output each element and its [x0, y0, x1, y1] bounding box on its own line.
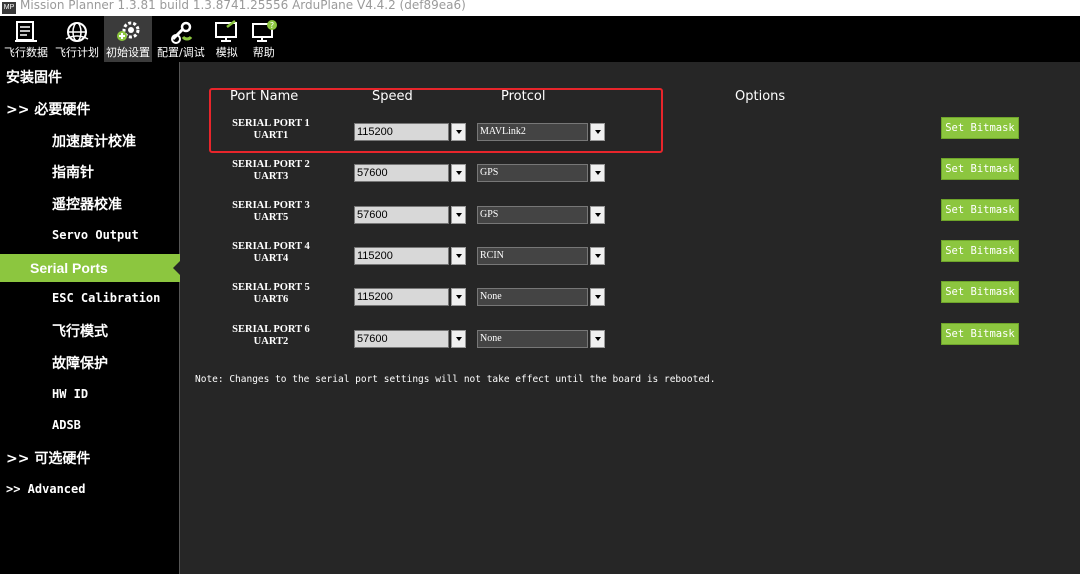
protocol-select[interactable]: None [477, 288, 605, 306]
setup-sidebar: 安装固件 >> 必要硬件 加速度计校准 指南针 遥控器校准 Servo Outp… [0, 62, 181, 574]
chevron-down-icon[interactable] [451, 247, 466, 265]
chevron-down-icon[interactable] [590, 206, 605, 224]
port-label: SERIAL PORT 4 UART4 [232, 241, 310, 264]
set-bitmask-button[interactable]: Set Bitmask [941, 323, 1019, 345]
set-bitmask-button[interactable]: Set Bitmask [941, 199, 1019, 221]
help-monitor-icon: ? [249, 18, 279, 46]
sidebar-item-serial-ports[interactable]: Serial Ports [0, 254, 181, 282]
gears-icon [113, 18, 143, 46]
wrench-icon [166, 18, 196, 46]
chevron-down-icon[interactable] [451, 288, 466, 306]
sidebar-item-optional-hardware[interactable]: >> 可选硬件 [6, 448, 186, 468]
chevron-down-icon[interactable] [590, 123, 605, 141]
chevron-down-icon[interactable] [590, 288, 605, 306]
window-title: Mission Planner 1.3.81 build 1.3.8741.25… [20, 0, 466, 12]
protocol-select[interactable]: GPS [477, 164, 605, 182]
toolbar-initial-setup[interactable]: 初始设置 [104, 16, 152, 62]
chevron-down-icon[interactable] [451, 206, 466, 224]
port-label: SERIAL PORT 1 UART1 [232, 118, 310, 141]
toolbar-help[interactable]: ? 帮助 [247, 16, 281, 62]
protocol-select[interactable]: RCIN [477, 247, 605, 265]
chevron-down-icon[interactable] [590, 247, 605, 265]
set-bitmask-button[interactable]: Set Bitmask [941, 240, 1019, 262]
chevron-down-icon[interactable] [451, 330, 466, 348]
toolbar-flight-plan[interactable]: 飞行计划 [53, 16, 101, 62]
monitor-icon [212, 18, 242, 46]
speed-select[interactable]: 115200 [354, 123, 466, 141]
chevron-down-icon[interactable] [451, 164, 466, 182]
speed-select[interactable]: 57600 [354, 330, 466, 348]
chevron-down-icon[interactable] [451, 123, 466, 141]
app-logo-icon: MP [2, 2, 16, 14]
protocol-select[interactable]: None [477, 330, 605, 348]
port-label: SERIAL PORT 6 UART2 [232, 324, 310, 347]
speed-select[interactable]: 57600 [354, 206, 466, 224]
column-header-options: Options [735, 89, 786, 104]
svg-text:?: ? [270, 21, 274, 30]
speed-select[interactable]: 57600 [354, 164, 466, 182]
chevron-down-icon[interactable] [590, 330, 605, 348]
port-label: SERIAL PORT 3 UART5 [232, 200, 310, 223]
protocol-select[interactable]: MAVLink2 [477, 123, 605, 141]
globe-icon [62, 18, 92, 46]
speed-select[interactable]: 115200 [354, 288, 466, 306]
protocol-select[interactable]: GPS [477, 206, 605, 224]
toolbar-simulation[interactable]: 模拟 [210, 16, 244, 62]
set-bitmask-button[interactable]: Set Bitmask [941, 158, 1019, 180]
sidebar-item-advanced[interactable]: >> Advanced [6, 482, 186, 496]
chevron-down-icon[interactable] [590, 164, 605, 182]
main-toolbar: 飞行数据 飞行计划 初始设置 配置/调试 模拟 ? 帮助 [0, 16, 1080, 62]
toolbar-flight-data[interactable]: 飞行数据 [2, 16, 50, 62]
port-label: SERIAL PORT 2 UART3 [232, 159, 310, 182]
port-label: SERIAL PORT 5 UART6 [232, 282, 310, 305]
title-bar: MP Mission Planner 1.3.81 build 1.3.8741… [0, 0, 1080, 16]
set-bitmask-button[interactable]: Set Bitmask [941, 117, 1019, 139]
sidebar-item-mandatory-hardware[interactable]: >> 必要硬件 [6, 99, 186, 119]
flight-data-icon [11, 18, 41, 46]
serial-ports-panel: Port Name Speed Protcol Options SERIAL P… [181, 62, 1080, 574]
toolbar-config-tuning[interactable]: 配置/调试 [155, 16, 207, 62]
reboot-note: Note: Changes to the serial port setting… [195, 374, 716, 385]
set-bitmask-button[interactable]: Set Bitmask [941, 281, 1019, 303]
speed-select[interactable]: 115200 [354, 247, 466, 265]
sidebar-item-install-firmware[interactable]: 安装固件 [6, 67, 186, 87]
